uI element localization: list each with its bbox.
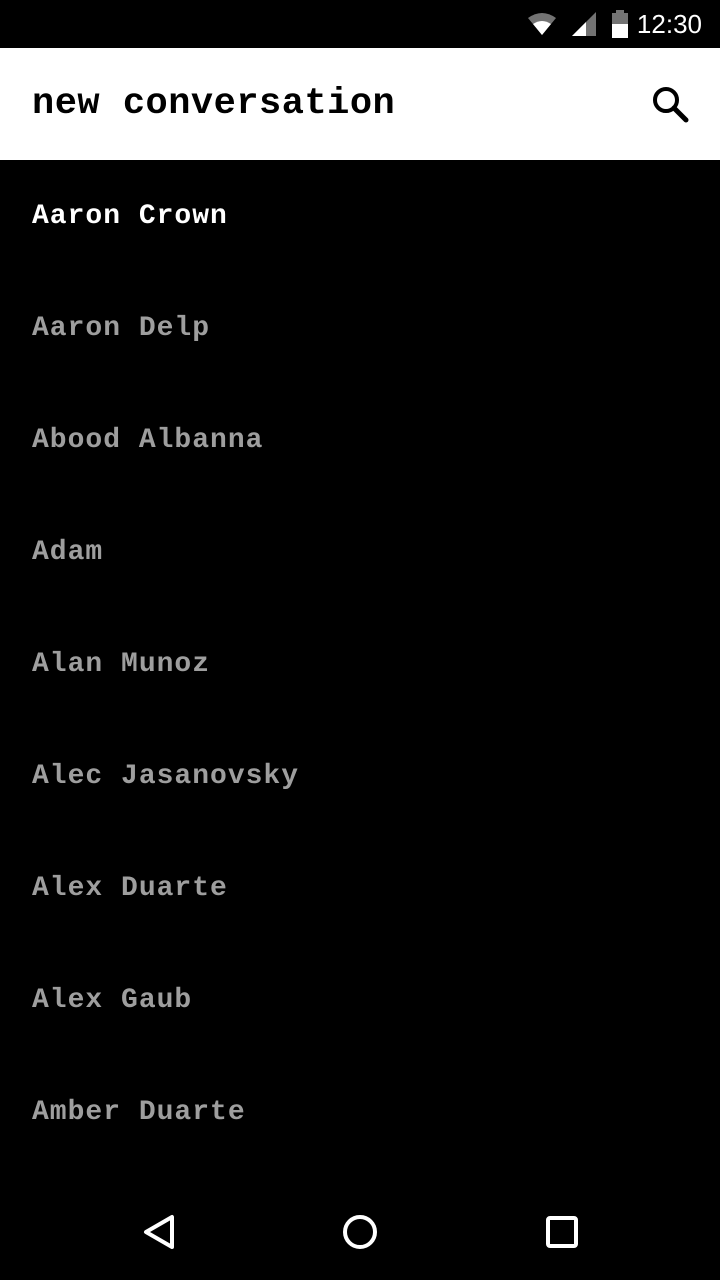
battery-icon bbox=[611, 10, 628, 38]
contact-item[interactable]: Abood Albanna bbox=[0, 384, 720, 496]
cellular-signal-icon bbox=[571, 12, 596, 36]
back-button[interactable] bbox=[136, 1208, 184, 1256]
contact-item[interactable]: Alex Gaub bbox=[0, 944, 720, 1056]
recents-button[interactable] bbox=[538, 1208, 586, 1256]
contact-item[interactable]: Alex Duarte bbox=[0, 832, 720, 944]
contact-name: Aaron Crown bbox=[32, 200, 228, 232]
contact-name: Aaron Delp bbox=[32, 312, 211, 344]
contact-name: Abood Albanna bbox=[32, 424, 264, 456]
status-bar: 12:30 bbox=[0, 0, 720, 48]
search-button[interactable] bbox=[642, 76, 698, 132]
back-icon bbox=[144, 1215, 174, 1249]
contact-item[interactable]: Aaron Delp bbox=[0, 272, 720, 384]
contact-list: Aaron Crown Aaron Delp Abood Albanna Ada… bbox=[0, 160, 720, 1184]
contact-item[interactable]: Alan Munoz bbox=[0, 608, 720, 720]
home-button[interactable] bbox=[336, 1208, 384, 1256]
contact-name: Alec Jasanovsky bbox=[32, 760, 300, 792]
contact-name: Alan Munoz bbox=[32, 648, 211, 680]
contact-name: Adam bbox=[32, 536, 104, 568]
recents-icon bbox=[546, 1216, 578, 1248]
contact-item[interactable]: Aaron Crown bbox=[0, 160, 720, 272]
wifi-icon bbox=[527, 13, 556, 35]
search-icon bbox=[653, 87, 689, 123]
app-bar: new conversation bbox=[0, 48, 720, 160]
contact-name: Amber Duarte bbox=[32, 1096, 246, 1128]
home-icon bbox=[343, 1215, 377, 1249]
screen: 12:30 new conversation Aaron Crown Aaron… bbox=[0, 0, 720, 1280]
contact-item[interactable]: Adam bbox=[0, 496, 720, 608]
status-time: 12:30 bbox=[636, 8, 702, 39]
contact-name: Alex Duarte bbox=[32, 872, 228, 904]
contact-name: Alex Gaub bbox=[32, 984, 193, 1016]
contact-item[interactable]: Alec Jasanovsky bbox=[0, 720, 720, 832]
contact-item[interactable]: Amber Duarte bbox=[0, 1056, 720, 1168]
navigation-bar bbox=[0, 1184, 720, 1280]
status-icons bbox=[527, 10, 629, 38]
page-title: new conversation bbox=[32, 83, 396, 125]
